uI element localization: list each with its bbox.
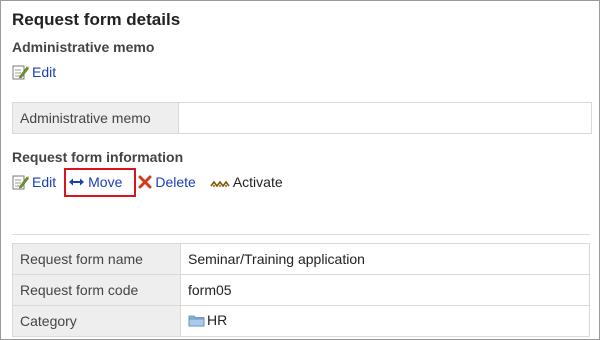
form-activate-link[interactable]: Activate (210, 174, 283, 190)
form-delete-label: Delete (155, 174, 196, 190)
admin-memo-edit-label: Edit (32, 64, 57, 80)
form-info-actions: Edit Move Delete Activate (12, 172, 283, 192)
form-edit-link[interactable]: Edit (12, 174, 56, 190)
table-row: Request form code form05 (12, 274, 590, 306)
form-code-label: Request form code (12, 274, 181, 306)
section-divider (12, 234, 590, 235)
admin-memo-heading: Administrative memo (12, 39, 155, 55)
form-info-heading: Request form information (12, 149, 184, 165)
table-row: Category HR (12, 305, 590, 337)
move-highlight-box (64, 168, 136, 197)
admin-memo-edit-link[interactable]: Edit (12, 64, 56, 80)
category-value-text: HR (207, 311, 228, 328)
edit-icon (12, 174, 29, 190)
folder-icon (188, 312, 205, 328)
category-label: Category (12, 305, 181, 337)
table-row: Request form name Seminar/Training appli… (12, 243, 590, 275)
page-title: Request form details (12, 10, 181, 29)
form-activate-label: Activate (232, 174, 283, 190)
activate-icon (210, 174, 230, 190)
form-delete-link[interactable]: Delete (138, 174, 196, 190)
admin-memo-row-label: Administrative memo (13, 103, 179, 133)
form-info-table: Request form name Seminar/Training appli… (12, 243, 590, 337)
admin-memo-table: Administrative memo (12, 102, 592, 134)
form-name-value: Seminar/Training application (180, 243, 590, 275)
form-name-label: Request form name (12, 243, 181, 275)
page-frame: Request form details Administrative memo… (0, 0, 600, 340)
admin-memo-row-value (179, 103, 591, 133)
edit-icon (12, 64, 29, 80)
form-code-value: form05 (180, 274, 590, 306)
delete-x-icon (138, 174, 152, 190)
admin-memo-actions: Edit (12, 62, 56, 82)
category-value: HR (188, 312, 227, 328)
category-value-cell: HR (180, 305, 590, 337)
form-edit-label: Edit (32, 174, 57, 190)
